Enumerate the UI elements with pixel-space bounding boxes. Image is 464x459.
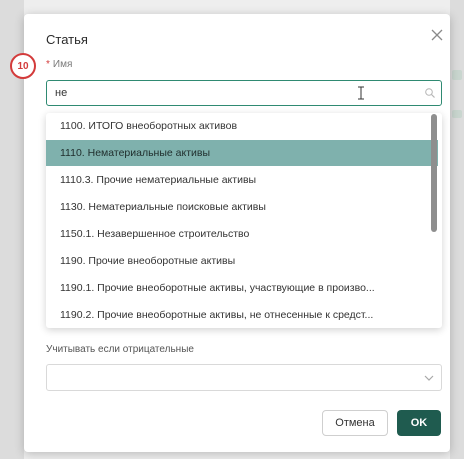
- negative-field-select[interactable]: [46, 364, 442, 391]
- name-input-box[interactable]: [46, 80, 442, 106]
- dropdown-option[interactable]: 1110.3. Прочие нематериальные активы: [46, 167, 438, 193]
- background-fragment: [452, 110, 462, 118]
- search-icon[interactable]: [424, 87, 436, 99]
- background-right-strip: [450, 0, 464, 459]
- dropdown-option[interactable]: 1130. Нематериальные поисковые активы: [46, 194, 438, 220]
- dropdown-option[interactable]: 1100. ИТОГО внеоборотных активов: [46, 113, 438, 139]
- step-badge: 10: [10, 53, 36, 79]
- ok-button[interactable]: OK: [397, 410, 441, 436]
- required-mark: *: [46, 59, 50, 70]
- dropdown-option[interactable]: 1190.1. Прочие внеоборотные активы, учас…: [46, 275, 438, 301]
- dropdown-option-selected[interactable]: 1110. Нематериальные активы: [46, 140, 438, 166]
- close-button[interactable]: [429, 27, 445, 43]
- text-cursor-icon: [358, 86, 364, 100]
- dropdown-option[interactable]: 1190.2. Прочие внеоборотные активы, не о…: [46, 302, 438, 328]
- dropdown-scrollbar-thumb[interactable]: [431, 114, 437, 232]
- name-field-label: * Имя: [46, 59, 72, 70]
- dropdown-option[interactable]: 1150.1. Незавершенное строительство: [46, 221, 438, 247]
- article-dropdown-list[interactable]: 1100. ИТОГО внеоборотных активов 1110. Н…: [46, 113, 442, 328]
- chevron-down-icon[interactable]: [423, 373, 435, 383]
- name-field-label-text: Имя: [52, 59, 73, 70]
- name-input[interactable]: [55, 85, 395, 101]
- negative-field-label: Учитывать если отрицательные: [46, 344, 194, 355]
- dialog-title: Статья: [46, 32, 88, 47]
- background-fragment: [452, 70, 462, 80]
- cancel-button[interactable]: Отмена: [322, 410, 388, 436]
- dropdown-option[interactable]: 1190. Прочие внеоборотные активы: [46, 248, 438, 274]
- close-icon: [431, 29, 443, 41]
